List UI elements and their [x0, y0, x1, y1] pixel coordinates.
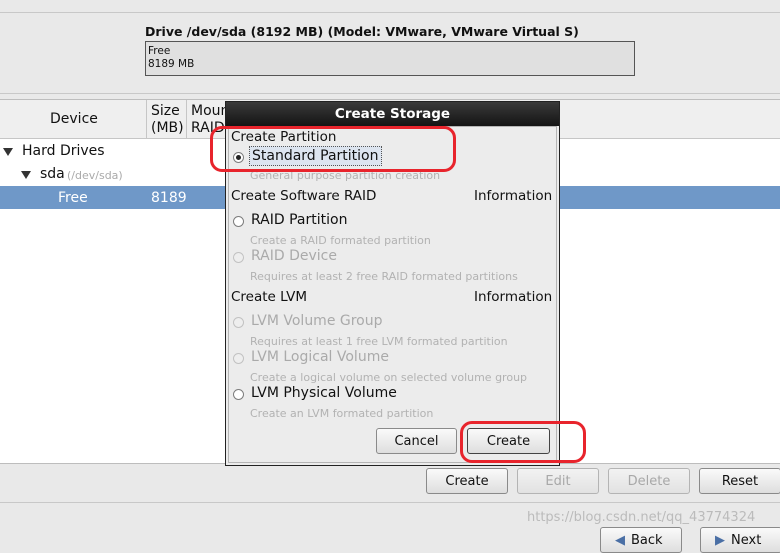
dialog-titlebar[interactable]: Create Storage	[226, 102, 559, 126]
raid-device-radio[interactable]	[233, 252, 244, 263]
drive-free-size: 8189 MB	[148, 58, 195, 70]
free-size-value: 8189	[151, 190, 187, 206]
back-arrow-icon: ◀	[615, 532, 625, 548]
sda-path: (/dev/sda)	[67, 169, 123, 182]
lvm-physical-volume-radio[interactable]	[233, 389, 244, 400]
expander-icon[interactable]	[3, 148, 13, 156]
lvm-volume-group-label[interactable]: LVM Volume Group	[251, 313, 383, 329]
drive-usage-bar[interactable]: Free 8189 MB	[145, 41, 635, 76]
dialog-title: Create Storage	[334, 106, 451, 122]
back-label: Back	[631, 532, 663, 548]
next-label: Next	[731, 532, 762, 548]
column-divider	[146, 100, 147, 138]
create-button[interactable]: Create	[426, 468, 508, 494]
lvm-volume-group-radio[interactable]	[233, 317, 244, 328]
lvm-logical-volume-radio[interactable]	[233, 353, 244, 364]
section-create-lvm: Create LVM	[231, 289, 308, 305]
column-header-device[interactable]: Device	[50, 111, 98, 127]
expander-icon[interactable]	[21, 171, 31, 179]
separator	[0, 502, 780, 503]
free-device-label: Free	[58, 190, 88, 206]
delete-button[interactable]: Delete	[608, 468, 690, 494]
lvm-logical-volume-label[interactable]: LVM Logical Volume	[251, 349, 389, 365]
sda-label: sda	[40, 166, 65, 182]
lvm-information-link[interactable]: Information	[474, 289, 552, 305]
raid-partition-desc: Create a RAID formated partition	[250, 234, 431, 247]
raid-device-desc: Requires at least 2 free RAID formated p…	[250, 270, 518, 283]
lvm-physical-volume-label[interactable]: LVM Physical Volume	[251, 385, 397, 401]
hard-drives-label: Hard Drives	[22, 143, 105, 159]
raid-partition-radio[interactable]	[233, 216, 244, 227]
edit-button[interactable]: Edit	[517, 468, 599, 494]
column-divider	[186, 100, 187, 138]
highlight-annotation-create-button	[460, 421, 586, 463]
reset-button[interactable]: Reset	[699, 468, 780, 494]
raid-device-label[interactable]: RAID Device	[251, 248, 337, 264]
raid-partition-label[interactable]: RAID Partition	[251, 212, 347, 228]
section-create-software-raid: Create Software RAID	[231, 188, 377, 204]
column-header-size-line2[interactable]: (MB)	[151, 120, 184, 136]
next-button[interactable]: ▶ Next	[700, 527, 780, 553]
next-arrow-icon: ▶	[715, 532, 725, 548]
lvm-physical-volume-desc: Create an LVM formated partition	[250, 407, 434, 420]
dialog-cancel-button[interactable]: Cancel	[376, 428, 457, 454]
column-header-mount-line1[interactable]: Moun	[191, 103, 229, 119]
drive-free-label: Free	[148, 45, 171, 57]
lvm-logical-volume-desc: Create a logical volume on selected volu…	[250, 371, 528, 384]
highlight-annotation-standard-partition	[210, 126, 456, 172]
raid-information-link[interactable]: Information	[474, 188, 552, 204]
column-header-size-line1[interactable]: Size	[151, 103, 180, 119]
drive-title: Drive /dev/sda (8192 MB) (Model: VMware,…	[145, 24, 579, 39]
back-button[interactable]: ◀ Back	[600, 527, 682, 553]
watermark: https://blog.csdn.net/qq_43774324	[527, 510, 756, 525]
lvm-volume-group-desc: Requires at least 1 free LVM formated pa…	[250, 335, 508, 348]
